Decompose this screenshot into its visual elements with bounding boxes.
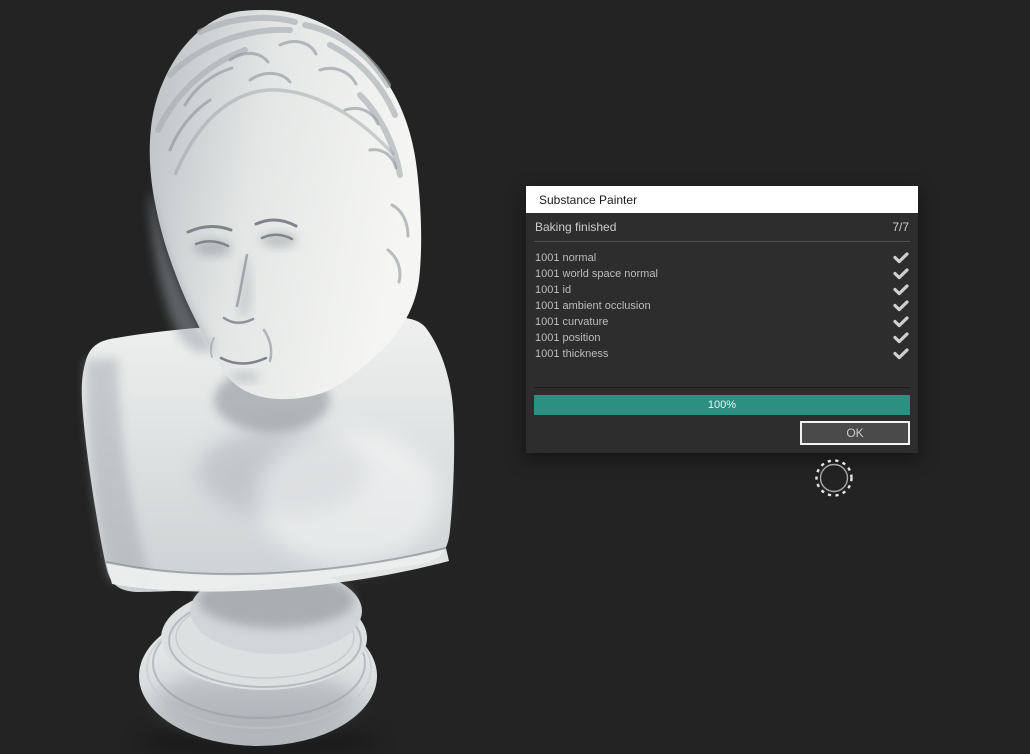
bake-items-list: 1001 normal 1001 world space normal 1001…: [534, 242, 910, 362]
dialog-title: Substance Painter: [539, 192, 638, 207]
progress-percent-label: 100%: [707, 399, 737, 411]
list-item: 1001 id: [534, 282, 910, 298]
brush-cursor-icon: [815, 459, 853, 497]
baking-status-row: Baking finished 7/7: [534, 213, 910, 241]
progress-bar: 100%: [534, 395, 910, 415]
bake-item-label: 1001 thickness: [535, 348, 609, 360]
list-item: 1001 normal: [534, 250, 910, 266]
status-label: Baking finished: [535, 220, 617, 234]
list-item: 1001 thickness: [534, 346, 910, 362]
divider: [534, 387, 910, 388]
checkmark-icon: [893, 252, 909, 264]
baking-dialog: Substance Painter Baking finished 7/7 10…: [526, 186, 918, 453]
list-item: 1001 curvature: [534, 314, 910, 330]
bake-item-label: 1001 world space normal: [535, 268, 658, 280]
checkmark-icon: [893, 316, 909, 328]
list-item: 1001 ambient occlusion: [534, 298, 910, 314]
checkmark-icon: [893, 332, 909, 344]
bake-item-label: 1001 ambient occlusion: [535, 300, 651, 312]
checkmark-icon: [893, 300, 909, 312]
bust-model: [81, 10, 455, 754]
bake-item-label: 1001 normal: [535, 252, 597, 264]
list-item: 1001 world space normal: [534, 266, 910, 282]
viewport-3d[interactable]: Substance Painter Baking finished 7/7 10…: [0, 0, 1030, 754]
checkmark-icon: [893, 268, 909, 280]
ok-button[interactable]: OK: [800, 421, 910, 445]
checkmark-icon: [893, 348, 909, 360]
progress-count: 7/7: [892, 220, 909, 234]
dialog-titlebar[interactable]: Substance Painter: [526, 186, 918, 213]
list-item: 1001 position: [534, 330, 910, 346]
bake-item-label: 1001 curvature: [535, 316, 609, 328]
bake-item-label: 1001 position: [535, 332, 601, 344]
bake-item-label: 1001 id: [535, 284, 572, 296]
checkmark-icon: [893, 284, 909, 296]
dialog-body: Baking finished 7/7 1001 normal 1001 wor…: [526, 213, 918, 445]
